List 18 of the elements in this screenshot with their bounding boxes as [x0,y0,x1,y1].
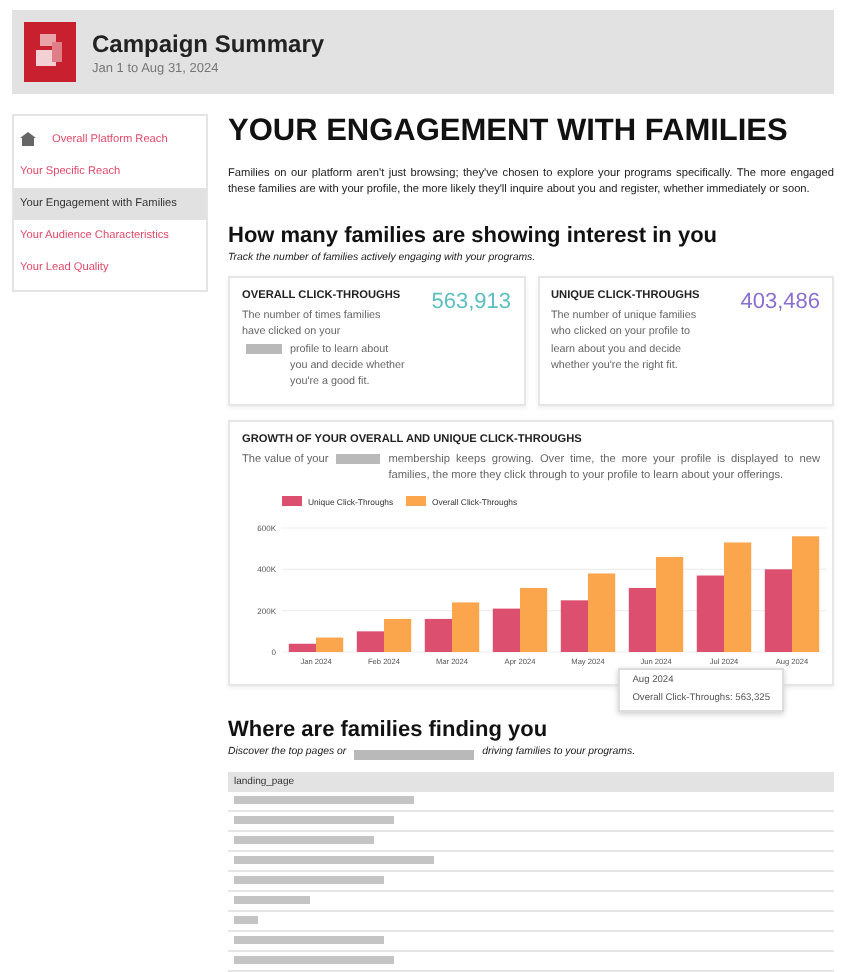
redacted-text [234,916,258,925]
logo-icon [24,22,76,82]
subsection-heading: Where are families finding you [228,718,550,743]
redacted-text [246,344,282,355]
redacted-text [336,454,381,465]
home-icon [20,132,36,146]
bar [696,576,724,653]
bar [764,570,792,653]
redacted-text [354,749,475,760]
section-heading: YOUR ENGAGEMENT WITH FAMILIES [228,114,790,150]
redacted-text [234,896,310,905]
page-title: Campaign Summary [92,29,325,57]
bar [792,537,820,653]
bar [724,543,752,653]
subsection-heading: How many families are showing interest in you [228,223,720,248]
redacted-text [234,836,374,845]
stat-value: 563,913 [431,289,511,314]
stat-value: 403,486 [740,289,820,314]
